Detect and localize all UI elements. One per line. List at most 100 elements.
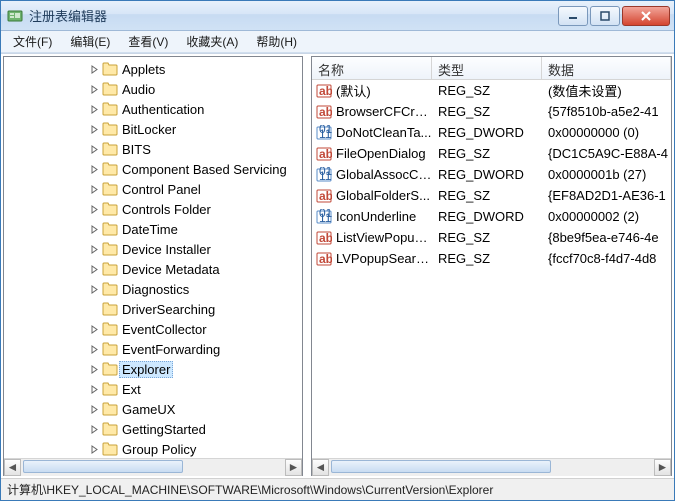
value-row[interactable]: abFileOpenDialogREG_SZ{DC1C5A9C-E88A-4	[312, 143, 671, 164]
tree-item[interactable]: Component Based Servicing	[4, 159, 302, 179]
tree-scroll[interactable]: Applets AudioAuthentication BitLocker BITS C…	[4, 57, 302, 458]
expand-icon[interactable]	[88, 103, 100, 115]
value-type: REG_SZ	[432, 230, 542, 245]
expand-icon[interactable]	[88, 343, 100, 355]
expand-icon[interactable]	[88, 243, 100, 255]
expand-icon[interactable]	[88, 403, 100, 415]
expand-icon[interactable]	[88, 263, 100, 275]
tree-label: BitLocker	[122, 122, 176, 137]
string-value-icon: ab	[316, 146, 332, 162]
tree-label: Device Installer	[122, 242, 211, 257]
value-row[interactable]: abBrowserCFCre...REG_SZ{57f8510b-a5e2-41	[312, 101, 671, 122]
values-list: ab(默认)REG_SZ(数值未设置)abBrowserCFCre...REG_…	[312, 80, 671, 269]
content-area: Applets AudioAuthentication BitLocker BITS C…	[1, 53, 674, 478]
menu-item[interactable]: 查看(V)	[120, 31, 176, 52]
value-row[interactable]: 011110DoNotCleanTa...REG_DWORD0x00000000…	[312, 122, 671, 143]
value-type: REG_SZ	[432, 251, 542, 266]
string-value-icon: ab	[316, 230, 332, 246]
values-scroll[interactable]: ab(默认)REG_SZ(数值未设置)abBrowserCFCre...REG_…	[312, 80, 671, 458]
scroll-right-icon[interactable]: ►	[654, 459, 671, 476]
tree-item[interactable]: BitLocker	[4, 119, 302, 139]
maximize-button[interactable]	[590, 6, 620, 26]
expand-icon[interactable]	[88, 203, 100, 215]
tree-hscrollbar[interactable]: ◄ ►	[4, 458, 302, 475]
scroll-right-icon[interactable]: ►	[285, 459, 302, 476]
column-type[interactable]: 类型	[432, 57, 542, 79]
tree-item[interactable]: Device Metadata	[4, 259, 302, 279]
menu-item[interactable]: 编辑(E)	[62, 31, 118, 52]
folder-icon	[102, 362, 118, 376]
value-row[interactable]: abLVPopupSearc...REG_SZ{fccf70c8-f4d7-4d…	[312, 248, 671, 269]
value-row[interactable]: 011110IconUnderlineREG_DWORD0x00000002 (…	[312, 206, 671, 227]
value-row[interactable]: 011110GlobalAssocCh...REG_DWORD0x0000001…	[312, 164, 671, 185]
tree-item[interactable]: EventForwarding	[4, 339, 302, 359]
pane-divider[interactable]	[305, 54, 309, 478]
tree-item[interactable]: DriverSearching	[4, 299, 302, 319]
svg-text:ab: ab	[319, 84, 332, 98]
value-row[interactable]: ab(默认)REG_SZ(数值未设置)	[312, 80, 671, 101]
scroll-left-icon[interactable]: ◄	[4, 459, 21, 476]
close-button[interactable]	[622, 6, 670, 26]
expand-icon[interactable]	[88, 63, 100, 75]
tree-label: Device Metadata	[122, 262, 220, 277]
value-name: DoNotCleanTa...	[336, 125, 432, 140]
tree-item[interactable]: Audio	[4, 79, 302, 99]
expand-icon[interactable]	[88, 183, 100, 195]
expand-icon[interactable]	[88, 143, 100, 155]
expand-icon[interactable]	[88, 83, 100, 95]
column-name[interactable]: 名称	[312, 57, 432, 79]
expand-icon[interactable]	[88, 443, 100, 455]
values-hscrollbar[interactable]: ◄ ►	[312, 458, 671, 475]
expand-icon[interactable]	[88, 383, 100, 395]
expand-icon[interactable]	[88, 163, 100, 175]
tree-label: Component Based Servicing	[122, 162, 287, 177]
scroll-track[interactable]	[329, 459, 654, 476]
value-data: 0x00000000 (0)	[542, 125, 671, 140]
menu-item[interactable]: 帮助(H)	[248, 31, 305, 52]
scroll-track[interactable]	[21, 459, 285, 476]
tree-label: Applets	[122, 62, 165, 77]
tree-item[interactable]: BITS	[4, 139, 302, 159]
tree-item[interactable]: Control Panel	[4, 179, 302, 199]
tree-item[interactable]: Authentication	[4, 99, 302, 119]
svg-text:110: 110	[319, 127, 332, 141]
scroll-thumb[interactable]	[23, 460, 183, 473]
expand-icon[interactable]	[88, 283, 100, 295]
column-data[interactable]: 数据	[542, 57, 671, 79]
folder-icon	[102, 182, 118, 196]
scroll-left-icon[interactable]: ◄	[312, 459, 329, 476]
folder-icon	[102, 382, 118, 396]
titlebar[interactable]: 注册表编辑器	[1, 1, 674, 31]
tree-item[interactable]: GettingStarted	[4, 419, 302, 439]
tree-item[interactable]: GameUX	[4, 399, 302, 419]
minimize-button[interactable]	[558, 6, 588, 26]
tree-item[interactable]: Ext	[4, 379, 302, 399]
expand-icon[interactable]	[88, 123, 100, 135]
expand-icon[interactable]	[88, 223, 100, 235]
tree-label: DriverSearching	[122, 302, 215, 317]
scroll-thumb[interactable]	[331, 460, 551, 473]
expand-icon[interactable]	[88, 363, 100, 375]
menu-item[interactable]: 收藏夹(A)	[178, 31, 246, 52]
tree-item[interactable]: Device Installer	[4, 239, 302, 259]
string-value-icon: ab	[316, 104, 332, 120]
expand-icon[interactable]	[88, 303, 100, 315]
expand-icon[interactable]	[88, 423, 100, 435]
value-row[interactable]: abGlobalFolderS...REG_SZ{EF8AD2D1-AE36-1	[312, 185, 671, 206]
menu-item[interactable]: 文件(F)	[5, 31, 60, 52]
expand-icon[interactable]	[88, 323, 100, 335]
value-data: 0x00000002 (2)	[542, 209, 671, 224]
folder-icon	[102, 442, 118, 456]
tree-item[interactable]: EventCollector	[4, 319, 302, 339]
tree-item[interactable]: Applets	[4, 59, 302, 79]
tree-item[interactable]: Group Policy	[4, 439, 302, 458]
tree-item[interactable]: Diagnostics	[4, 279, 302, 299]
svg-text:ab: ab	[319, 147, 332, 161]
value-row[interactable]: abListViewPopup...REG_SZ{8be9f5ea-e746-4…	[312, 227, 671, 248]
tree-item[interactable]: DateTime	[4, 219, 302, 239]
tree-label: Group Policy	[122, 442, 196, 457]
string-value-icon: ab	[316, 188, 332, 204]
tree-item[interactable]: Controls Folder	[4, 199, 302, 219]
folder-icon	[102, 202, 118, 216]
tree-item[interactable]: Explorer	[4, 359, 302, 379]
